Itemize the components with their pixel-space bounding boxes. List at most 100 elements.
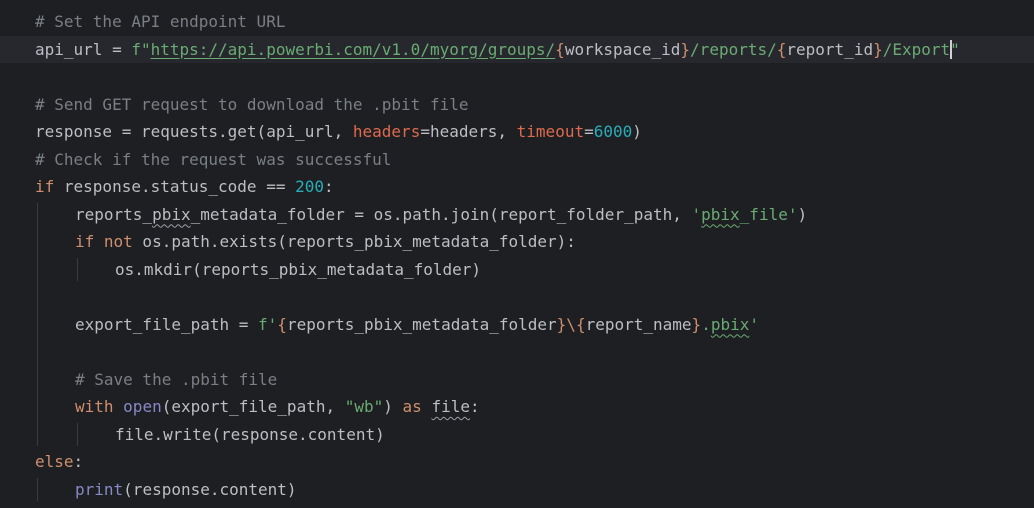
- code-token: :: [469, 397, 480, 416]
- code-token: timeout: [516, 122, 585, 141]
- code-line[interactable]: # Save the .pbit file: [0, 366, 1034, 394]
- code-token: /reports/: [690, 39, 777, 59]
- code-text: reports_pbix_metadata_folder = os.path.j…: [75, 201, 807, 229]
- code-line[interactable]: # Set the API endpoint URL: [0, 8, 1034, 36]
- code-text: file.write(response.content): [115, 421, 385, 449]
- code-token: # Save the .pbit file: [75, 369, 278, 389]
- code-token: pbix: [710, 314, 750, 334]
- code-token: ': [691, 204, 702, 224]
- code-token: \: [566, 314, 576, 334]
- code-text: else:: [35, 448, 83, 476]
- code-line[interactable]: response = requests.get(api_url, headers…: [0, 118, 1034, 146]
- code-token: =headers,: [420, 122, 517, 141]
- code-token: # Check if the request was successful: [35, 149, 392, 169]
- code-token: print: [75, 479, 124, 499]
- code-text: # Check if the request was successful: [35, 146, 391, 174]
- code-line[interactable]: export_file_path = f'{reports_pbix_metad…: [0, 311, 1034, 339]
- indent-guide: [37, 202, 38, 446]
- code-token: reports_pbix_metadata_folder: [286, 314, 557, 334]
- code-token: export_file_path =: [75, 314, 259, 334]
- code-line[interactable]: api_url = f"https://api.powerbi.com/v1.0…: [0, 35, 1034, 64]
- code-line[interactable]: # Send GET request to download the .pbit…: [0, 91, 1034, 119]
- code-token: else: [35, 452, 74, 471]
- code-line[interactable]: # Check if the request was successful: [0, 146, 1034, 174]
- code-text: response = requests.get(api_url, headers…: [35, 118, 642, 146]
- code-token: file: [431, 397, 470, 416]
- code-token: os.mkdir(reports_pbix_metadata_folder): [115, 259, 482, 279]
- code-line[interactable]: else:: [0, 448, 1034, 476]
- code-line[interactable]: reports_pbix_metadata_folder = os.path.j…: [0, 201, 1034, 229]
- code-text: os.mkdir(reports_pbix_metadata_folder): [115, 256, 481, 284]
- code-token: https://api.powerbi.com/v1.0/myorg/group…: [150, 39, 556, 59]
- code-token: .: [701, 314, 711, 334]
- code-token: if not: [75, 232, 133, 251]
- code-token: _metadata_folder = os.path.join(report_f…: [190, 204, 692, 224]
- code-line[interactable]: os.mkdir(reports_pbix_metadata_folder): [0, 256, 1034, 284]
- code-token: }: [691, 314, 702, 334]
- code-line[interactable]: [0, 338, 1034, 366]
- code-token: :: [324, 177, 334, 196]
- text-caret: [950, 39, 952, 59]
- code-text: if not os.path.exists(reports_pbix_metad…: [75, 228, 576, 256]
- code-token: open: [123, 397, 162, 416]
- code-token: as: [402, 397, 422, 416]
- code-token: (export_file_path,: [161, 397, 345, 416]
- code-token: f": [131, 39, 151, 59]
- code-token: report_id: [786, 39, 874, 59]
- code-token: =: [584, 122, 594, 141]
- code-token: {: [277, 314, 287, 334]
- code-token: with: [75, 397, 114, 416]
- code-token: 200: [295, 177, 324, 196]
- code-token: response = requests.get(api_url,: [35, 122, 353, 141]
- code-token: pbix: [152, 204, 191, 224]
- code-text: # Send GET request to download the .pbit…: [35, 91, 468, 119]
- code-text: # Set the API endpoint URL: [35, 8, 285, 36]
- code-token: }: [556, 314, 567, 334]
- code-token: 6000: [593, 122, 633, 141]
- code-line[interactable]: if response.status_code == 200:: [0, 173, 1034, 201]
- code-token: "wb": [344, 397, 384, 416]
- code-token: response.status_code ==: [54, 177, 296, 196]
- code-line[interactable]: print(response.content): [0, 476, 1034, 504]
- code-token: os.path.exists(reports_pbix_metadata_fol…: [132, 232, 576, 251]
- code-token: file.write(response.content): [115, 424, 385, 444]
- code-token: pbix: [701, 204, 740, 224]
- indent-guide: [37, 477, 38, 501]
- code-line[interactable]: [0, 283, 1034, 311]
- code-text: # Save the .pbit file: [75, 366, 277, 394]
- code-token: f': [258, 314, 278, 334]
- code-token: ': [749, 314, 759, 334]
- code-token: workspace_id: [564, 39, 681, 59]
- code-token: # Send GET request to download the .pbit…: [35, 94, 469, 114]
- code-token: {: [555, 39, 565, 59]
- code-editor[interactable]: # Set the API endpoint URL api_url = f"ht…: [0, 0, 1034, 508]
- code-token: ): [383, 397, 403, 416]
- code-line[interactable]: file.write(response.content): [0, 421, 1034, 449]
- code-token: ): [797, 204, 808, 224]
- indent-guide: [77, 422, 78, 446]
- code-text: print(response.content): [75, 476, 297, 504]
- code-token: if: [35, 177, 55, 196]
- code-text: export_file_path = f'{reports_pbix_metad…: [75, 311, 759, 339]
- code-token: {: [776, 39, 787, 59]
- code-token: reports_: [75, 204, 153, 224]
- code-token: headers: [352, 122, 421, 141]
- code-text: with open(export_file_path, "wb") as fil…: [75, 393, 480, 421]
- code-token: }: [873, 39, 883, 59]
- code-token: }: [680, 39, 691, 59]
- code-token: {: [575, 314, 586, 334]
- code-token: (response.content): [123, 479, 297, 499]
- code-token: /Export: [882, 39, 951, 59]
- indent-guide: [77, 257, 78, 281]
- code-token: api_url =: [35, 39, 132, 59]
- code-line[interactable]: with open(export_file_path, "wb") as fil…: [0, 393, 1034, 421]
- code-token: # Set the API endpoint URL: [35, 12, 286, 31]
- code-text: if response.status_code == 200:: [35, 173, 334, 201]
- code-text: api_url = f"https://api.powerbi.com/v1.0…: [35, 36, 960, 64]
- code-token: report_name: [585, 314, 692, 334]
- code-token: :: [73, 452, 84, 471]
- code-token: _file': [739, 204, 798, 224]
- code-line[interactable]: [0, 63, 1034, 91]
- code-line[interactable]: if not os.path.exists(reports_pbix_metad…: [0, 228, 1034, 256]
